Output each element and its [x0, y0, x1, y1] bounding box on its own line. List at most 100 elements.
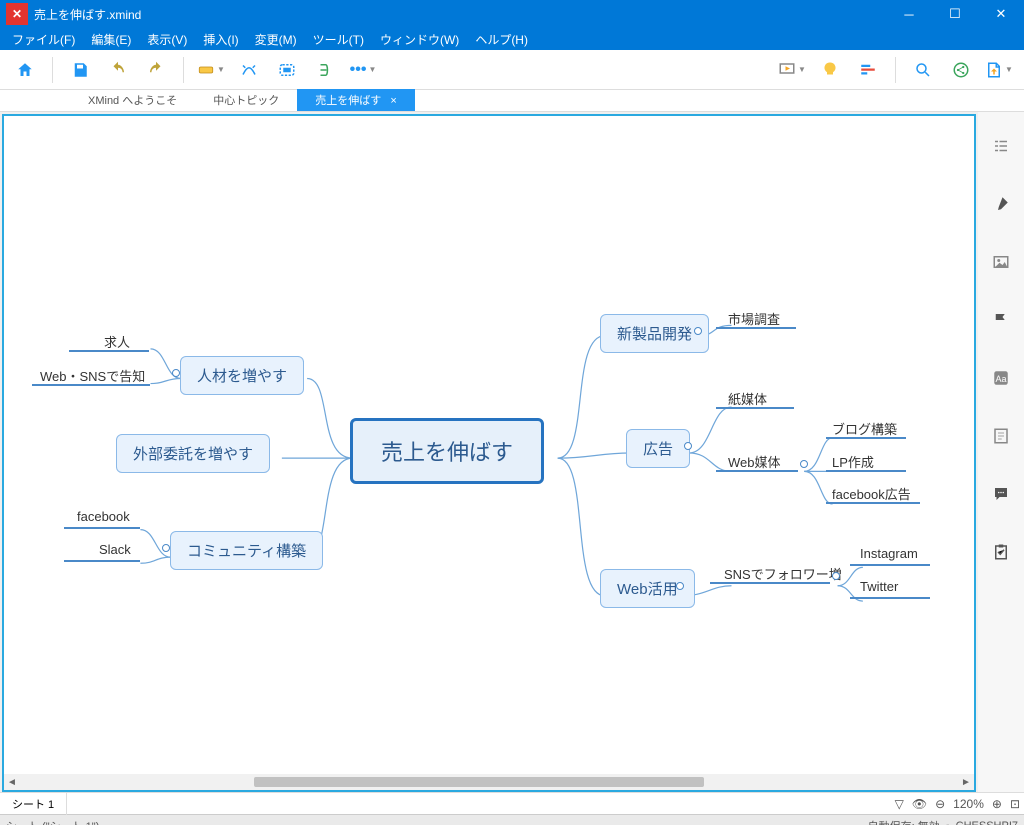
- tab-center-topic[interactable]: 中心トピック: [195, 89, 297, 111]
- menu-window[interactable]: ウィンドウ(W): [372, 28, 467, 51]
- mindmap-canvas[interactable]: 売上を伸ばす 人材を増やす 外部委託を増やす コミュニティ構築 求人 Web・S…: [4, 116, 974, 790]
- svg-text:Aa: Aa: [995, 374, 1006, 384]
- image-panel-button[interactable]: [987, 248, 1015, 276]
- more-button[interactable]: •••▼: [346, 55, 380, 85]
- topic-jinzai[interactable]: 人材を増やす: [180, 356, 304, 395]
- leaf-slack[interactable]: Slack: [99, 542, 131, 557]
- outline-panel-button[interactable]: [987, 132, 1015, 160]
- undo-icon: [109, 61, 127, 79]
- central-topic[interactable]: 売上を伸ばす: [350, 418, 544, 484]
- joint-icon[interactable]: [684, 442, 692, 450]
- menu-view[interactable]: 表示(V): [139, 28, 195, 51]
- notes-icon: [992, 427, 1010, 445]
- redo-icon: [147, 61, 165, 79]
- topic-community[interactable]: コミュニティ構築: [170, 531, 323, 570]
- leaf-web-sns-kokuchi[interactable]: Web・SNSで告知: [40, 366, 145, 385]
- joint-icon[interactable]: [800, 460, 808, 468]
- gantt-button[interactable]: [851, 55, 885, 85]
- scroll-right-icon[interactable]: ►: [958, 774, 974, 790]
- leaf-sns-follower[interactable]: SNSでフォロワー増: [724, 564, 842, 583]
- menu-file[interactable]: ファイル(F): [4, 28, 83, 51]
- side-panel: Aa: [978, 112, 1024, 792]
- menu-edit[interactable]: 編集(E): [83, 28, 139, 51]
- app-icon: ✕: [6, 3, 28, 25]
- leaf-shijou-chousa[interactable]: 市場調査: [728, 309, 780, 328]
- leaf-kyujin[interactable]: 求人: [104, 332, 130, 351]
- filter-icon[interactable]: ▽: [895, 797, 904, 811]
- minimize-button[interactable]: ─: [886, 0, 932, 28]
- joint-icon[interactable]: [162, 544, 170, 552]
- format-panel-button[interactable]: [987, 190, 1015, 218]
- leaf-kami-baitai[interactable]: 紙媒体: [728, 389, 767, 408]
- outline-icon: [992, 137, 1010, 155]
- maximize-button[interactable]: ☐: [932, 0, 978, 28]
- more-icon: •••: [350, 61, 367, 79]
- brainstorm-button[interactable]: [813, 55, 847, 85]
- joint-icon[interactable]: [694, 327, 702, 335]
- leaf-web-baitai[interactable]: Web媒体: [728, 452, 781, 471]
- topic-gaibu[interactable]: 外部委託を増やす: [116, 434, 270, 473]
- home-icon: [16, 61, 34, 79]
- topic-shinseihin[interactable]: 新製品開発: [600, 314, 709, 353]
- status-sheet-label: シート ("シート 1"): [6, 818, 99, 825]
- save-icon: [71, 61, 89, 79]
- sheet-tab[interactable]: シート 1: [0, 793, 67, 815]
- zoom-out-button[interactable]: ⊖: [935, 797, 945, 811]
- redo-button[interactable]: [139, 55, 173, 85]
- undo-button[interactable]: [101, 55, 135, 85]
- tab-active[interactable]: 売上を伸ばす ×: [297, 89, 415, 111]
- leaf-lp-sakusei[interactable]: LP作成: [832, 452, 874, 471]
- tab-welcome[interactable]: XMind へようこそ: [70, 89, 195, 111]
- menu-modify[interactable]: 変更(M): [247, 28, 305, 51]
- document-tab-bar: XMind へようこそ 中心トピック 売上を伸ばす ×: [0, 90, 1024, 112]
- leaf-fb-koukoku[interactable]: facebook広告: [832, 484, 911, 503]
- leaf-instagram[interactable]: Instagram: [860, 546, 918, 561]
- menu-insert[interactable]: 挿入(I): [195, 28, 246, 51]
- canvas-frame: 売上を伸ばす 人材を増やす 外部委託を増やす コミュニティ構築 求人 Web・S…: [2, 114, 976, 792]
- export-button[interactable]: ▼: [982, 55, 1016, 85]
- topic-koukoku[interactable]: 広告: [626, 429, 690, 468]
- save-button[interactable]: [63, 55, 97, 85]
- presentation-button[interactable]: ▼: [775, 55, 809, 85]
- boundary-button[interactable]: [270, 55, 304, 85]
- boundary-icon: [278, 61, 296, 79]
- image-icon: [992, 253, 1010, 271]
- workspace: 売上を伸ばす 人材を増やす 外部委託を増やす コミュニティ構築 求人 Web・S…: [0, 112, 1024, 792]
- summary-button[interactable]: [308, 55, 342, 85]
- sheet-footer: シート 1 ▽ 👁 ⊖ 120% ⊕ ⊡: [0, 792, 1024, 814]
- menu-tools[interactable]: ツール(T): [305, 28, 372, 51]
- export-icon: [985, 61, 1003, 79]
- zoom-level[interactable]: 120%: [953, 797, 984, 811]
- marker-panel-button[interactable]: [987, 306, 1015, 334]
- eye-icon[interactable]: 👁: [912, 797, 927, 811]
- task-panel-button[interactable]: [987, 538, 1015, 566]
- joint-icon[interactable]: [676, 582, 684, 590]
- share-button[interactable]: [944, 55, 978, 85]
- close-icon[interactable]: ×: [390, 95, 396, 107]
- tab-active-label: 売上を伸ばす: [315, 95, 381, 107]
- leaf-blog-kouchiku[interactable]: ブログ構築: [832, 419, 897, 438]
- share-icon: [952, 61, 970, 79]
- home-button[interactable]: [8, 55, 42, 85]
- scroll-thumb[interactable]: [254, 777, 704, 787]
- close-button[interactable]: ✕: [978, 0, 1024, 28]
- zoom-fit-button[interactable]: ⊡: [1010, 797, 1020, 811]
- horizontal-scrollbar[interactable]: ◄ ►: [4, 774, 974, 790]
- joint-icon[interactable]: [172, 369, 180, 377]
- relationship-icon: [240, 61, 258, 79]
- relationship-button[interactable]: [232, 55, 266, 85]
- font-panel-button[interactable]: Aa: [987, 364, 1015, 392]
- magnifier-icon: [914, 61, 932, 79]
- zoom-in-button[interactable]: ⊕: [992, 797, 1002, 811]
- comments-panel-button[interactable]: [987, 480, 1015, 508]
- leaf-twitter[interactable]: Twitter: [860, 579, 898, 594]
- joint-icon[interactable]: [832, 572, 840, 580]
- window-title: 売上を伸ばす.xmind: [34, 6, 886, 23]
- leaf-facebook[interactable]: facebook: [77, 509, 130, 524]
- notes-panel-button[interactable]: [987, 422, 1015, 450]
- menu-help[interactable]: ヘルプ(H): [467, 28, 536, 51]
- topic-style-button[interactable]: ▼: [194, 55, 228, 85]
- search-button[interactable]: [906, 55, 940, 85]
- scroll-left-icon[interactable]: ◄: [4, 774, 20, 790]
- toolbar: ▼ •••▼ ▼ ▼: [0, 50, 1024, 90]
